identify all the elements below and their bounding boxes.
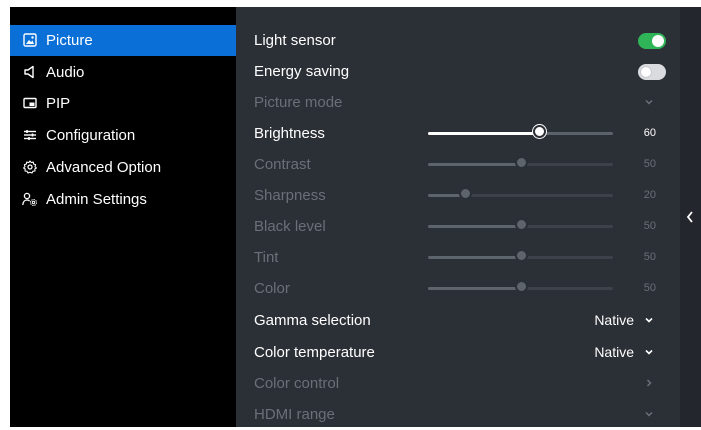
sidebar-item-admin-settings[interactable]: Admin Settings	[10, 184, 236, 215]
gamma-selection-label: Gamma selection	[254, 312, 371, 329]
chevron-down-icon[interactable]	[643, 346, 655, 358]
contrast-label: Contrast	[254, 156, 311, 173]
energy-saving-row[interactable]: Energy saving	[236, 56, 680, 87]
slider-fill	[428, 163, 521, 166]
color-label: Color	[254, 280, 290, 297]
picture-mode-label: Picture mode	[254, 94, 343, 111]
slider-thumb[interactable]	[515, 280, 528, 293]
slider-fill	[428, 287, 521, 290]
color-temperature-row[interactable]: Color temperature Native	[236, 337, 680, 368]
black-level-row[interactable]: Black level 50	[236, 211, 680, 242]
sidebar-item-audio[interactable]: Audio	[10, 57, 236, 88]
picture-icon	[22, 32, 38, 48]
sidebar-item-advanced-option[interactable]: Advanced Option	[10, 152, 236, 183]
sharpness-label: Sharpness	[254, 187, 326, 204]
sidebar-item-label: Audio	[46, 64, 85, 81]
black-level-value: 50	[643, 220, 656, 232]
slider-thumb[interactable]	[533, 125, 546, 138]
sidebar-item-label: Configuration	[46, 127, 136, 144]
settings-panel: Light sensor Energy saving Picture mode …	[236, 7, 680, 427]
slider-thumb[interactable]	[459, 187, 472, 200]
contrast-row[interactable]: Contrast 50	[236, 149, 680, 180]
color-value: 50	[643, 282, 656, 294]
energy-saving-toggle[interactable]	[638, 64, 666, 80]
slider-fill	[428, 225, 521, 228]
pip-icon	[22, 95, 38, 111]
black-level-label: Black level	[254, 218, 326, 235]
color-temperature-value[interactable]: Native	[594, 344, 634, 361]
hdmi-range-label: HDMI range	[254, 406, 335, 423]
gear-icon	[22, 159, 38, 175]
chevron-down-icon	[645, 411, 653, 417]
light-sensor-row[interactable]: Light sensor	[236, 25, 680, 56]
speaker-icon	[22, 64, 38, 80]
black-level-slider[interactable]	[428, 218, 613, 231]
gamma-selection-row[interactable]: Gamma selection Native	[236, 305, 680, 336]
collapse-panel[interactable]	[680, 7, 701, 427]
color-temperature-label: Color temperature	[254, 344, 375, 361]
gamma-selection-value[interactable]: Native	[594, 312, 634, 329]
tint-value: 50	[643, 251, 656, 263]
slider-fill	[428, 256, 521, 259]
contrast-value: 50	[643, 158, 656, 170]
slider-fill	[428, 132, 539, 135]
sidebar-item-configuration[interactable]: Configuration	[10, 120, 236, 151]
sidebar-item-label: Picture	[46, 32, 93, 49]
toggle-knob	[652, 35, 664, 47]
color-control-label: Color control	[254, 375, 340, 392]
sharpness-value: 20	[643, 189, 656, 201]
brightness-label: Brightness	[254, 125, 325, 142]
picture-mode-row[interactable]: Picture mode	[236, 87, 680, 118]
slider-thumb[interactable]	[515, 218, 528, 231]
energy-saving-label: Energy saving	[254, 63, 350, 80]
light-sensor-label: Light sensor	[254, 32, 336, 49]
sharpness-slider[interactable]	[428, 187, 613, 200]
light-sensor-toggle[interactable]	[638, 33, 666, 49]
sliders-icon	[22, 127, 38, 143]
sidebar-item-pip[interactable]: PIP	[10, 88, 236, 119]
chevron-left-icon[interactable]	[685, 210, 695, 224]
chevron-right-icon	[646, 379, 652, 387]
sidebar-item-label: Advanced Option	[46, 159, 162, 176]
sidebar-item-label: PIP	[46, 95, 71, 112]
color-control-row[interactable]: Color control	[236, 368, 680, 399]
admin-icon	[22, 191, 38, 207]
slider-thumb[interactable]	[515, 156, 528, 169]
tint-row[interactable]: Tint 50	[236, 242, 680, 273]
brightness-row[interactable]: Brightness 60	[236, 118, 680, 149]
tint-slider[interactable]	[428, 249, 613, 262]
slider-thumb[interactable]	[515, 249, 528, 262]
tint-label: Tint	[254, 249, 279, 266]
sharpness-row[interactable]: Sharpness 20	[236, 180, 680, 211]
toggle-knob	[640, 66, 652, 78]
contrast-slider[interactable]	[428, 156, 613, 169]
sidebar-item-picture[interactable]: Picture	[10, 25, 236, 56]
chevron-down-icon[interactable]	[643, 314, 655, 326]
brightness-slider[interactable]	[428, 125, 613, 138]
chevron-down-icon	[645, 99, 653, 105]
brightness-value: 60	[643, 127, 656, 139]
hdmi-range-row[interactable]: HDMI range	[236, 399, 680, 430]
color-slider[interactable]	[428, 280, 613, 293]
color-row[interactable]: Color 50	[236, 273, 680, 304]
sidebar-item-label: Admin Settings	[46, 191, 147, 208]
sidebar: Picture Audio PIP Configuration Advanced…	[10, 7, 236, 427]
